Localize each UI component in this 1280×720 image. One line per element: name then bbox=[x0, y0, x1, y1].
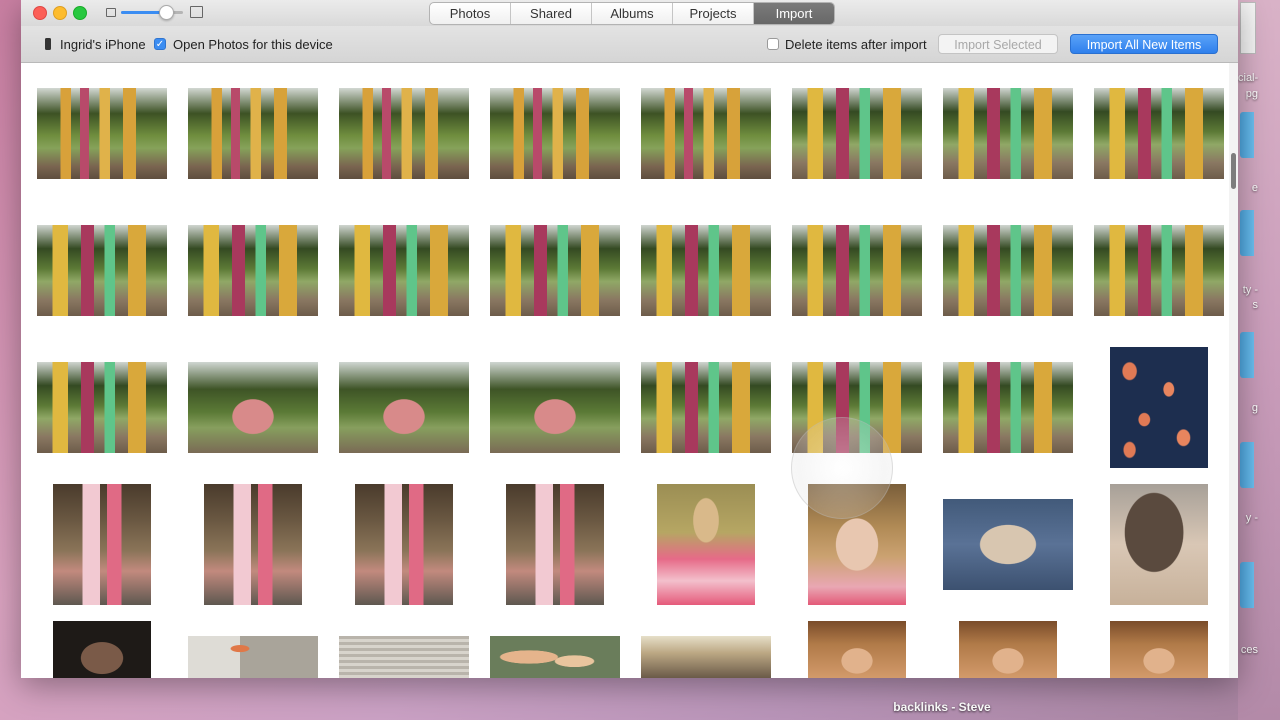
tab-photos[interactable]: Photos bbox=[430, 3, 511, 24]
delete-items-checkbox[interactable] bbox=[767, 38, 779, 50]
zoom-slider-knob[interactable] bbox=[158, 5, 174, 20]
close-button[interactable] bbox=[33, 6, 47, 20]
photo-thumbnail[interactable] bbox=[37, 362, 167, 453]
zoom-slider[interactable] bbox=[121, 11, 183, 14]
photo-thumbnail[interactable] bbox=[188, 88, 318, 179]
photo-thumbnail[interactable] bbox=[943, 88, 1073, 179]
import-all-button[interactable]: Import All New Items bbox=[1070, 34, 1218, 54]
tab-import[interactable]: Import bbox=[754, 3, 834, 24]
photo-thumbnail[interactable] bbox=[792, 88, 922, 179]
desktop-file-label: e bbox=[1251, 182, 1258, 194]
tab-albums[interactable]: Albums bbox=[592, 3, 673, 24]
photo-thumbnail[interactable] bbox=[37, 88, 167, 179]
photo-thumbnail[interactable] bbox=[53, 484, 151, 605]
zoom-in-icon[interactable] bbox=[190, 6, 203, 18]
photo-thumbnail[interactable] bbox=[188, 362, 318, 453]
fullscreen-button[interactable] bbox=[73, 6, 87, 20]
photo-thumbnail[interactable] bbox=[1110, 484, 1208, 605]
photo-thumbnail[interactable] bbox=[53, 621, 151, 678]
desktop-file-label: y - bbox=[1245, 512, 1258, 524]
photo-thumbnail[interactable] bbox=[355, 484, 453, 605]
photo-thumbnail[interactable] bbox=[339, 225, 469, 316]
photo-thumbnail[interactable] bbox=[37, 225, 167, 316]
photo-thumbnail[interactable] bbox=[641, 636, 771, 678]
tab-projects[interactable]: Projects bbox=[673, 3, 754, 24]
desktop-folder-icon[interactable] bbox=[1240, 210, 1254, 256]
photo-thumbnail[interactable] bbox=[339, 362, 469, 453]
photo-thumbnail[interactable] bbox=[943, 225, 1073, 316]
minimize-button[interactable] bbox=[53, 6, 67, 20]
desktop-file-label: pg bbox=[1245, 88, 1258, 100]
photo-thumbnail[interactable] bbox=[641, 225, 771, 316]
desktop-folder-icon[interactable] bbox=[1240, 112, 1254, 158]
photo-thumbnail[interactable] bbox=[506, 484, 604, 605]
iphone-icon bbox=[45, 38, 51, 50]
scrollbar-thumb[interactable] bbox=[1231, 153, 1236, 189]
photo-thumbnail[interactable] bbox=[792, 225, 922, 316]
desktop-file-label: ty - bbox=[1242, 284, 1258, 296]
open-photos-label[interactable]: Open Photos for this device bbox=[173, 37, 333, 52]
photo-thumbnail[interactable] bbox=[1110, 347, 1208, 468]
open-photos-checkbox[interactable]: ✓ bbox=[154, 38, 166, 50]
import-toolbar: Ingrid's iPhone ✓ Open Photos for this d… bbox=[21, 26, 1238, 63]
photo-thumbnail[interactable] bbox=[490, 88, 620, 179]
photo-thumbnail[interactable] bbox=[1094, 88, 1224, 179]
title-bar: Photos Shared Albums Projects Import bbox=[21, 0, 1238, 26]
photo-thumbnail[interactable] bbox=[339, 636, 469, 678]
photo-thumbnail[interactable] bbox=[204, 484, 302, 605]
photo-thumbnail[interactable] bbox=[808, 621, 906, 678]
photo-thumbnail[interactable] bbox=[943, 362, 1073, 453]
photos-window: Photos Shared Albums Projects Import Ing… bbox=[21, 0, 1238, 678]
device-name: Ingrid's iPhone bbox=[60, 37, 146, 52]
tab-shared[interactable]: Shared bbox=[511, 3, 592, 24]
photo-thumbnail[interactable] bbox=[490, 636, 620, 678]
desktop-file-label: g bbox=[1251, 402, 1258, 414]
photo-thumbnail[interactable] bbox=[959, 621, 1057, 678]
vertical-scrollbar[interactable] bbox=[1229, 63, 1238, 678]
cursor-highlight bbox=[791, 417, 893, 519]
photo-thumbnail[interactable] bbox=[490, 225, 620, 316]
photo-thumbnail[interactable] bbox=[490, 362, 620, 453]
desktop-document-icon[interactable] bbox=[1240, 2, 1256, 54]
photo-thumbnail[interactable] bbox=[1110, 621, 1208, 678]
zoom-out-icon[interactable] bbox=[106, 8, 116, 17]
photo-thumbnail[interactable] bbox=[943, 499, 1073, 590]
desktop-folder-icon[interactable] bbox=[1240, 332, 1254, 378]
photo-thumbnail[interactable] bbox=[1094, 225, 1224, 316]
photo-thumbnail[interactable] bbox=[188, 636, 318, 678]
desktop-file-label-bottom: backlinks - Steve bbox=[893, 700, 991, 714]
desktop-folder-icon[interactable] bbox=[1240, 562, 1254, 608]
desktop-file-label: ces bbox=[1240, 644, 1258, 656]
view-tabs: Photos Shared Albums Projects Import bbox=[429, 2, 835, 25]
desktop-folder-icon[interactable] bbox=[1240, 442, 1254, 488]
photo-thumbnail[interactable] bbox=[641, 88, 771, 179]
import-selected-button[interactable]: Import Selected bbox=[938, 34, 1058, 54]
desktop-file-label: cial- bbox=[1238, 72, 1259, 84]
photo-thumbnail[interactable] bbox=[188, 225, 318, 316]
delete-items-label[interactable]: Delete items after import bbox=[785, 37, 927, 52]
desktop-file-label: s bbox=[1252, 299, 1259, 311]
photo-thumbnail[interactable] bbox=[657, 484, 755, 605]
photo-thumbnail[interactable] bbox=[641, 362, 771, 453]
import-photo-grid bbox=[21, 63, 1226, 678]
photo-thumbnail[interactable] bbox=[339, 88, 469, 179]
